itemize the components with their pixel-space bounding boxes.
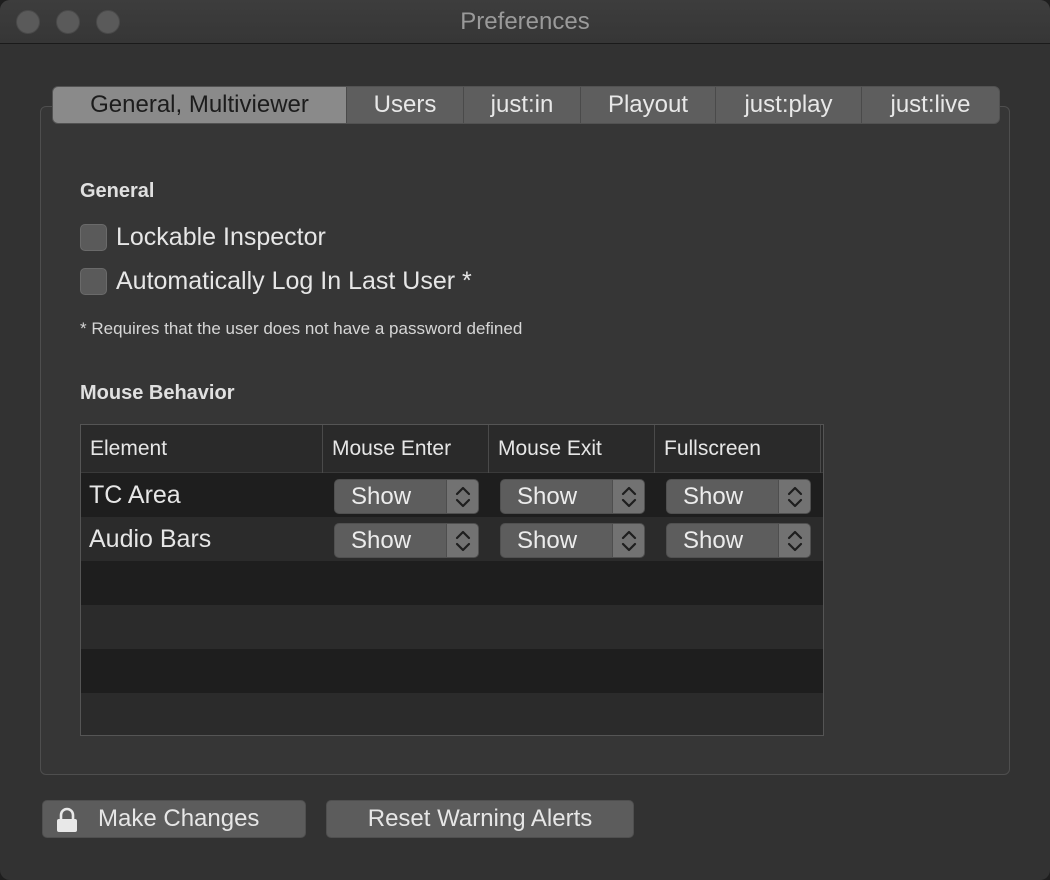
fullscreen-popup[interactable]: Show bbox=[666, 479, 811, 514]
lock-icon bbox=[56, 807, 78, 844]
tab-just-live[interactable]: just:live bbox=[862, 87, 999, 123]
element-name-cell: TC Area bbox=[89, 481, 181, 509]
column-header-mouse-exit[interactable]: Mouse Exit bbox=[489, 425, 655, 473]
up-down-chevron-icon bbox=[778, 524, 810, 557]
lockable-inspector-label: Lockable Inspector bbox=[116, 222, 326, 251]
popup-value: Show bbox=[683, 483, 744, 510]
tab-general-multiviewer[interactable]: General, Multiviewer bbox=[53, 87, 347, 123]
up-down-chevron-icon bbox=[612, 480, 644, 513]
empty-table-row bbox=[81, 693, 823, 735]
tab-playout[interactable]: Playout bbox=[581, 87, 716, 123]
lockable-inspector-checkbox[interactable] bbox=[80, 223, 107, 251]
empty-table-row bbox=[81, 605, 823, 649]
popup-value: Show bbox=[683, 527, 744, 554]
make-changes-label: Make Changes bbox=[98, 805, 260, 832]
auto-login-checkbox[interactable] bbox=[80, 267, 107, 295]
tab-users[interactable]: Users bbox=[347, 87, 464, 123]
general-section-title: General bbox=[80, 180, 155, 202]
tab-just-play[interactable]: just:play bbox=[716, 87, 862, 123]
preferences-window: Preferences General, Multiviewer Users j… bbox=[0, 0, 1050, 880]
auto-login-label: Automatically Log In Last User * bbox=[116, 266, 472, 295]
lockable-inspector-option[interactable]: Lockable Inspector bbox=[80, 223, 326, 251]
mouse-enter-popup[interactable]: Show bbox=[334, 523, 479, 558]
auto-login-option[interactable]: Automatically Log In Last User * bbox=[80, 267, 472, 295]
popup-value: Show bbox=[351, 527, 412, 554]
password-note: * Requires that the user does not have a… bbox=[80, 319, 523, 338]
column-header-fullscreen[interactable]: Fullscreen bbox=[655, 425, 821, 473]
mouse-behavior-table: Element Mouse Enter Mouse Exit Fullscree… bbox=[80, 424, 824, 736]
mouse-exit-popup[interactable]: Show bbox=[500, 479, 645, 514]
mouse-enter-popup[interactable]: Show bbox=[334, 479, 479, 514]
column-header-element[interactable]: Element bbox=[81, 425, 323, 473]
empty-table-row bbox=[81, 561, 823, 605]
up-down-chevron-icon bbox=[446, 524, 478, 557]
make-changes-button[interactable]: Make Changes bbox=[42, 800, 306, 838]
element-name-cell: Audio Bars bbox=[89, 525, 212, 553]
tab-bar: General, Multiviewer Users just:in Playo… bbox=[52, 86, 1000, 124]
up-down-chevron-icon bbox=[446, 480, 478, 513]
table-row[interactable]: Audio Bars Show Show Show bbox=[81, 517, 823, 561]
empty-table-row bbox=[81, 649, 823, 693]
title-bar[interactable]: Preferences bbox=[0, 0, 1050, 44]
reset-warning-alerts-button[interactable]: Reset Warning Alerts bbox=[326, 800, 634, 838]
column-header-mouse-enter[interactable]: Mouse Enter bbox=[323, 425, 489, 473]
window-title: Preferences bbox=[460, 8, 590, 35]
table-header: Element Mouse Enter Mouse Exit Fullscree… bbox=[81, 425, 823, 473]
popup-value: Show bbox=[351, 483, 412, 510]
table-row[interactable]: TC Area Show Show Show bbox=[81, 473, 823, 517]
mouse-behavior-section-title: Mouse Behavior bbox=[80, 382, 235, 404]
up-down-chevron-icon bbox=[778, 480, 810, 513]
popup-value: Show bbox=[517, 527, 578, 554]
popup-value: Show bbox=[517, 483, 578, 510]
tab-just-in[interactable]: just:in bbox=[464, 87, 581, 123]
fullscreen-popup[interactable]: Show bbox=[666, 523, 811, 558]
up-down-chevron-icon bbox=[612, 524, 644, 557]
mouse-exit-popup[interactable]: Show bbox=[500, 523, 645, 558]
